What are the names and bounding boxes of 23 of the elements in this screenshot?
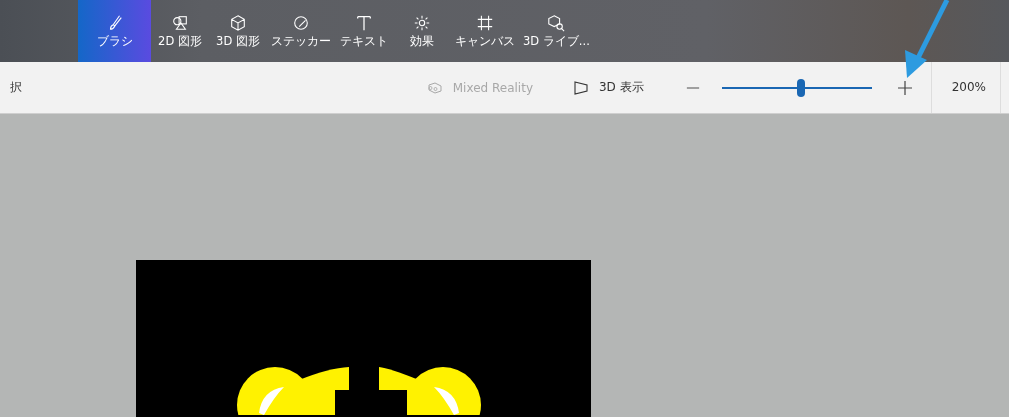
tool-tab[interactable]: 3D ライブ... (519, 0, 594, 62)
tool-icon (292, 13, 310, 32)
tool-icon (355, 13, 373, 32)
zoom-value[interactable]: 200% (930, 62, 1001, 113)
tool-tab[interactable]: ブラシ (78, 0, 151, 62)
tool-tab[interactable]: ステッカー (267, 0, 335, 62)
tool-icon (547, 13, 566, 32)
tool-icon (171, 13, 189, 32)
tool-tab[interactable]: 効果 (393, 0, 451, 62)
tool-icon (229, 13, 247, 32)
tool-tab[interactable]: キャンバス (451, 0, 519, 62)
tool-tab[interactable]: 3D 図形 (209, 0, 267, 62)
tool-tab[interactable]: テキスト (335, 0, 393, 62)
slider-thumb[interactable] (797, 78, 806, 97)
toolbar-label[interactable]: 択 (10, 79, 22, 96)
headset-icon (426, 79, 443, 96)
tool-icon (476, 13, 494, 32)
tool-tab[interactable]: 2D 図形 (151, 0, 209, 62)
tool-icon (413, 13, 431, 32)
zoom-in-icon[interactable] (896, 79, 913, 96)
view-3d-button[interactable]: 3D 表示 (573, 79, 644, 96)
zoom-slider[interactable] (721, 77, 872, 98)
view-3d-icon (573, 79, 589, 96)
